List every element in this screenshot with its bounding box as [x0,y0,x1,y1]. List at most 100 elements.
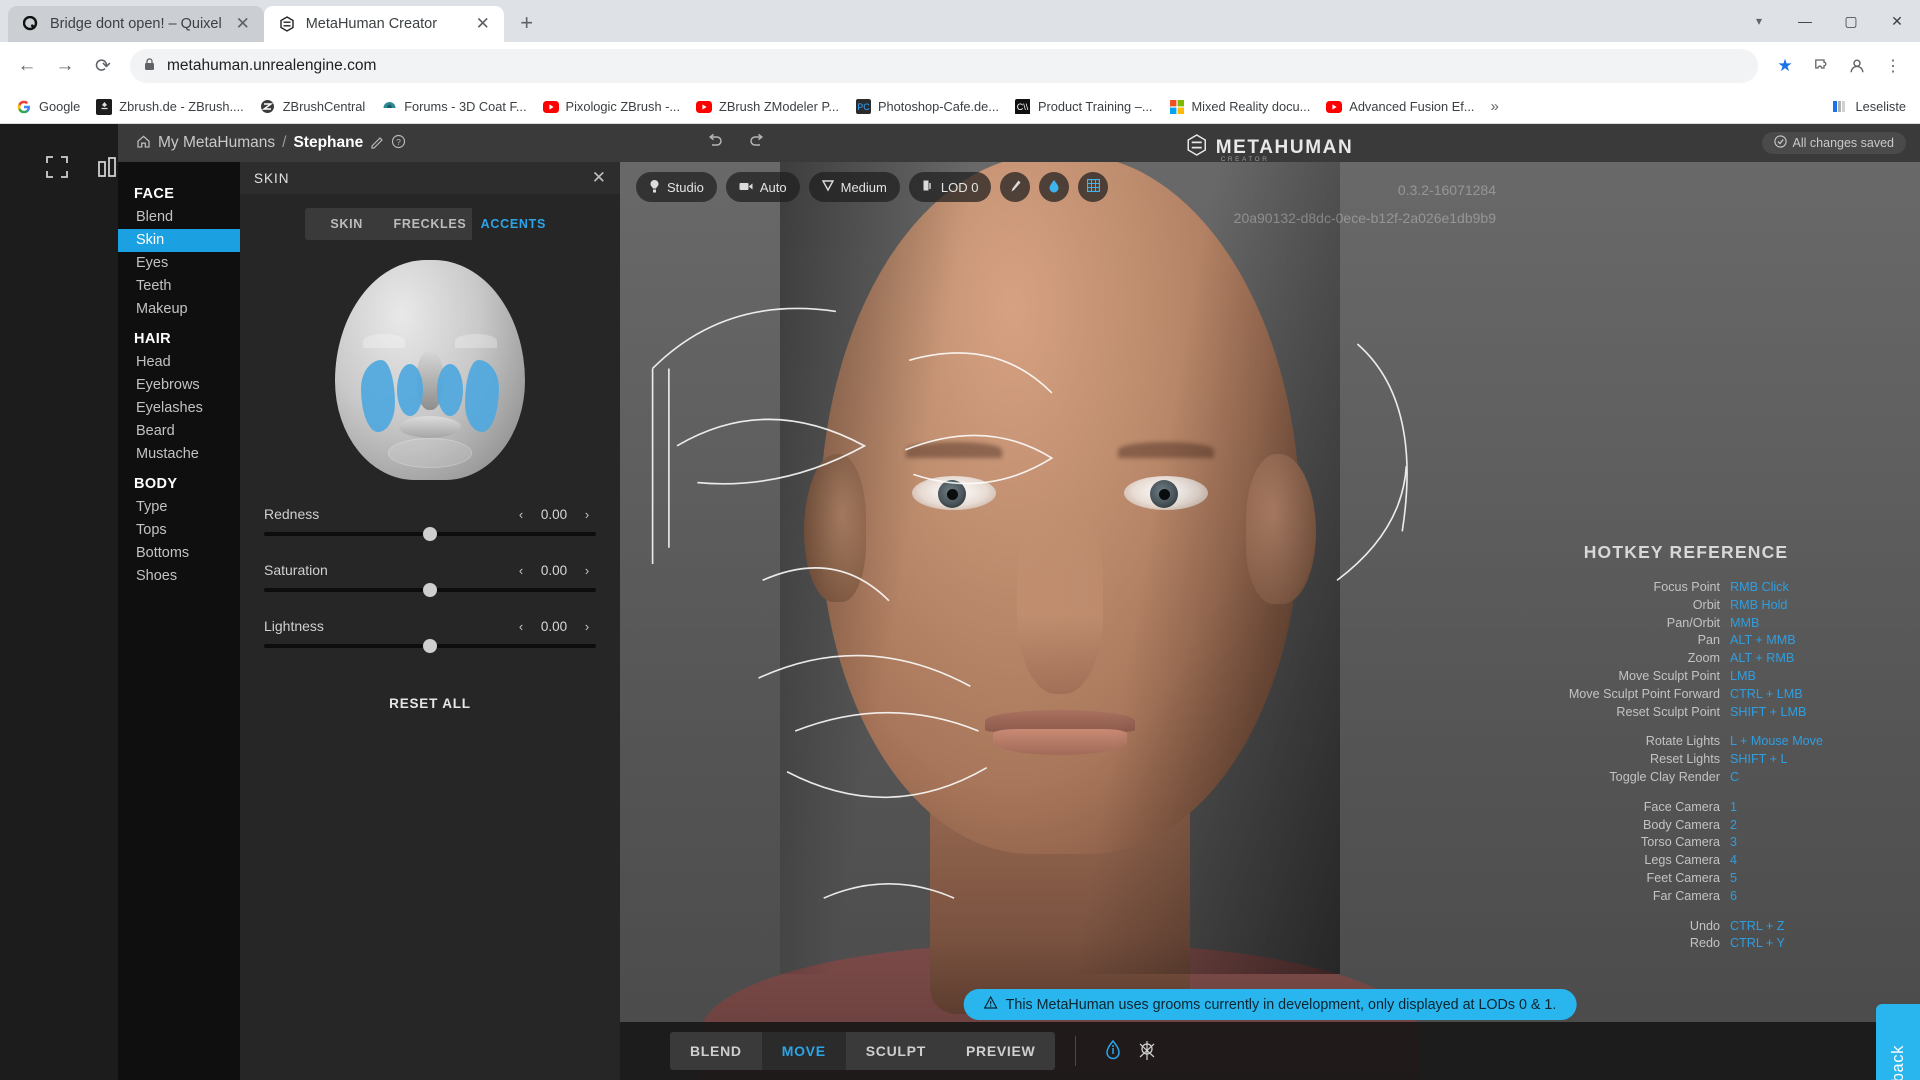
slider-value[interactable]: 0.00 [532,563,576,578]
redo-icon[interactable] [747,133,766,153]
chevron-down-icon[interactable]: ▾ [1736,0,1782,42]
feedback-button[interactable]: Feedback [1876,1004,1920,1080]
reset-all-button[interactable]: RESET ALL [376,686,484,721]
bookmark-google[interactable]: Google [8,95,88,119]
breadcrumb-root[interactable]: My MetaHumans [158,134,275,152]
hotkey-row: Face Camera 1 [1516,799,1856,817]
face-map-chin [388,438,472,468]
undo-icon[interactable] [706,133,725,153]
info-icon[interactable] [1096,1034,1130,1068]
back-icon[interactable]: ← [10,49,44,83]
sidebar-item-bottoms[interactable]: Bottoms [118,542,240,565]
accent-region-inner-left[interactable] [397,364,423,416]
maximize-button[interactable]: ▢ [1828,0,1874,42]
decrement-button[interactable]: ‹ [512,619,530,634]
sidebar-item-blend[interactable]: Blend [118,206,240,229]
decrement-button[interactable]: ‹ [512,507,530,522]
viewport-lighting-button[interactable]: Studio [636,172,717,202]
increment-button[interactable]: › [578,563,596,578]
slider-knob[interactable] [423,639,437,653]
face-region-map[interactable] [335,260,525,480]
sidebar-item-makeup[interactable]: Makeup [118,298,240,321]
slider-value[interactable]: 0.00 [532,619,576,634]
viewport-lod-button[interactable]: LOD 0 [908,172,992,202]
slider-label: Saturation [264,562,328,578]
sidebar-item-type[interactable]: Type [118,496,240,519]
metahuman-logo-icon [1187,134,1207,162]
viewport-material-button[interactable] [1039,172,1070,202]
viewport-camera-button[interactable]: Auto [725,172,800,202]
reading-list-button[interactable]: Leseliste [1831,99,1912,115]
window-close-button[interactable]: ✕ [1874,0,1920,42]
pencil-icon[interactable] [370,135,384,152]
expand-icon[interactable] [44,154,70,185]
sidebar-item-eyebrows[interactable]: Eyebrows [118,374,240,397]
hotkey-action: Face Camera [1643,799,1720,814]
increment-button[interactable]: › [578,507,596,522]
home-icon[interactable] [136,134,151,152]
bookmark-3dcoat[interactable]: Forums - 3D Coat F... [373,95,534,119]
slider-track[interactable] [264,527,596,541]
slider-track[interactable] [264,639,596,653]
sidebar-item-teeth[interactable]: Teeth [118,275,240,298]
question-icon[interactable]: ? [391,134,406,152]
sidebar-item-beard[interactable]: Beard [118,420,240,443]
minimize-button[interactable]: — [1782,0,1828,42]
hotkey-row: Torso Camera 3 [1516,834,1856,852]
forward-icon[interactable]: → [48,49,82,83]
close-icon[interactable]: ✕ [232,13,254,35]
bookmark-pixologic-zbrush[interactable]: Pixologic ZBrush -... [535,95,689,119]
bookmark-zbrush-zmodeler[interactable]: ZBrush ZModeler P... [688,95,847,119]
slider-label: Lightness [264,618,324,634]
slider-track[interactable] [264,583,596,597]
extensions-icon[interactable] [1804,49,1838,83]
slider-knob[interactable] [423,583,437,597]
address-bar[interactable]: metahuman.unrealengine.com [130,49,1758,83]
sidebar-item-eyelashes[interactable]: Eyelashes [118,397,240,420]
viewport[interactable]: METAHUMAN CREATOR Studio Auto Medium LOD… [620,124,1920,1080]
viewport-brush-button[interactable] [1000,172,1031,202]
hotkey-row: Toggle Clay Render C [1516,769,1856,787]
menu-icon[interactable]: ⋮ [1876,49,1910,83]
sidebar-item-shoes[interactable]: Shoes [118,565,240,588]
tab-accents[interactable]: ACCENTS [471,208,555,240]
slider-value[interactable]: 0.00 [532,507,576,522]
viewport-quality-button[interactable]: Medium [808,172,900,202]
google-icon [16,99,32,115]
bookmark-zbrushde[interactable]: Zbrush.de - ZBrush.... [88,95,251,119]
new-tab-button[interactable]: + [510,6,544,40]
tab-blend[interactable]: BLEND [670,1032,762,1070]
viewport-grid-button[interactable] [1078,172,1109,202]
browser-tab-quixel[interactable]: Bridge dont open! – Quixel ✕ [8,6,264,42]
sidebar-item-eyes[interactable]: Eyes [118,252,240,275]
profile-icon[interactable] [1840,49,1874,83]
sidebar-item-skin[interactable]: Skin [118,229,240,252]
tab-move[interactable]: MOVE [761,1032,846,1070]
slider-knob[interactable] [423,527,437,541]
tab-preview[interactable]: PREVIEW [946,1032,1055,1070]
bookmark-mixed-reality-docs[interactable]: Mixed Reality docu... [1161,95,1319,119]
bookmark-product-training[interactable]: C\\ Product Training –... [1007,95,1161,119]
close-icon[interactable]: ✕ [592,168,606,188]
bookmark-advanced-fusion[interactable]: Advanced Fusion Ef... [1318,95,1482,119]
star-icon[interactable]: ★ [1768,49,1802,83]
browser-tab-metahuman[interactable]: MetaHuman Creator ✕ [263,6,504,42]
sidebar-item-mustache[interactable]: Mustache [118,443,240,466]
increment-button[interactable]: › [578,619,596,634]
rail-icon-group [44,154,122,185]
reload-icon[interactable]: ⟳ [86,49,120,83]
bookmark-photoshop-cafe[interactable]: PC Photoshop-Cafe.de... [847,95,1007,119]
tab-sculpt[interactable]: SCULPT [846,1032,946,1070]
accent-region-cheek-left[interactable] [361,360,395,432]
viewport-toolbar: Studio Auto Medium LOD 0 [636,172,1109,202]
decrement-button[interactable]: ‹ [512,563,530,578]
close-icon[interactable]: ✕ [472,13,494,35]
tab-skin[interactable]: SKIN [305,208,388,240]
sidebar-item-tops[interactable]: Tops [118,519,240,542]
bookmark-zbrushcentral[interactable]: ZBrushCentral [252,95,374,119]
gizmo-icon[interactable] [1130,1034,1164,1068]
bookmarks-overflow-button[interactable]: » [1482,98,1506,115]
accent-region-inner-right[interactable] [437,364,463,416]
tab-freckles[interactable]: FRECKLES [388,208,471,240]
sidebar-item-head[interactable]: Head [118,351,240,374]
